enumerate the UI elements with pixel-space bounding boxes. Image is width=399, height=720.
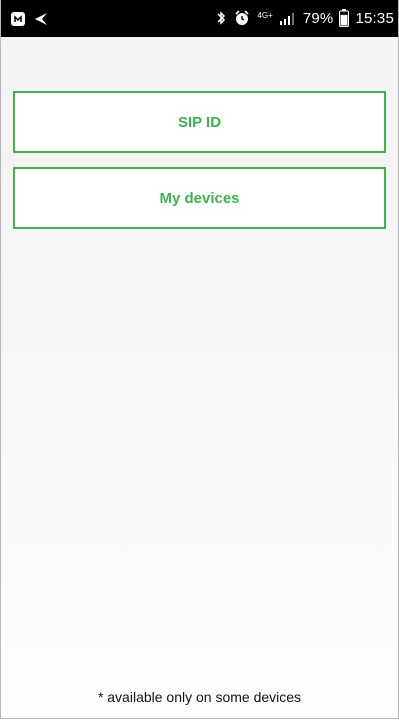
my-devices-button-label: My devices — [159, 189, 240, 207]
main-content: SIP ID My devices * available only on so… — [1, 37, 398, 718]
navigation-icon — [33, 11, 49, 27]
network-type-icon: 4G+ — [257, 11, 273, 20]
my-devices-button[interactable]: My devices — [13, 167, 386, 229]
status-bar: 4G+ 79% 15:35 — [1, 0, 398, 37]
footnote-text: * available only on some devices — [97, 689, 302, 705]
sip-id-button[interactable]: SIP ID — [13, 91, 386, 153]
status-left — [9, 10, 49, 28]
phone-screen: 4G+ 79% 15:35 SIP ID My devices * availa… — [0, 0, 399, 719]
battery-percent: 79% — [302, 9, 334, 27]
notification-icon — [9, 10, 27, 28]
sip-id-button-label: SIP ID — [177, 113, 222, 131]
bluetooth-icon — [215, 10, 227, 26]
alarm-icon — [233, 9, 251, 27]
battery-icon — [339, 9, 350, 27]
signal-icon — [279, 11, 297, 25]
status-right: 4G+ 79% 15:35 — [215, 6, 394, 30]
clock-time: 15:35 — [355, 9, 394, 27]
